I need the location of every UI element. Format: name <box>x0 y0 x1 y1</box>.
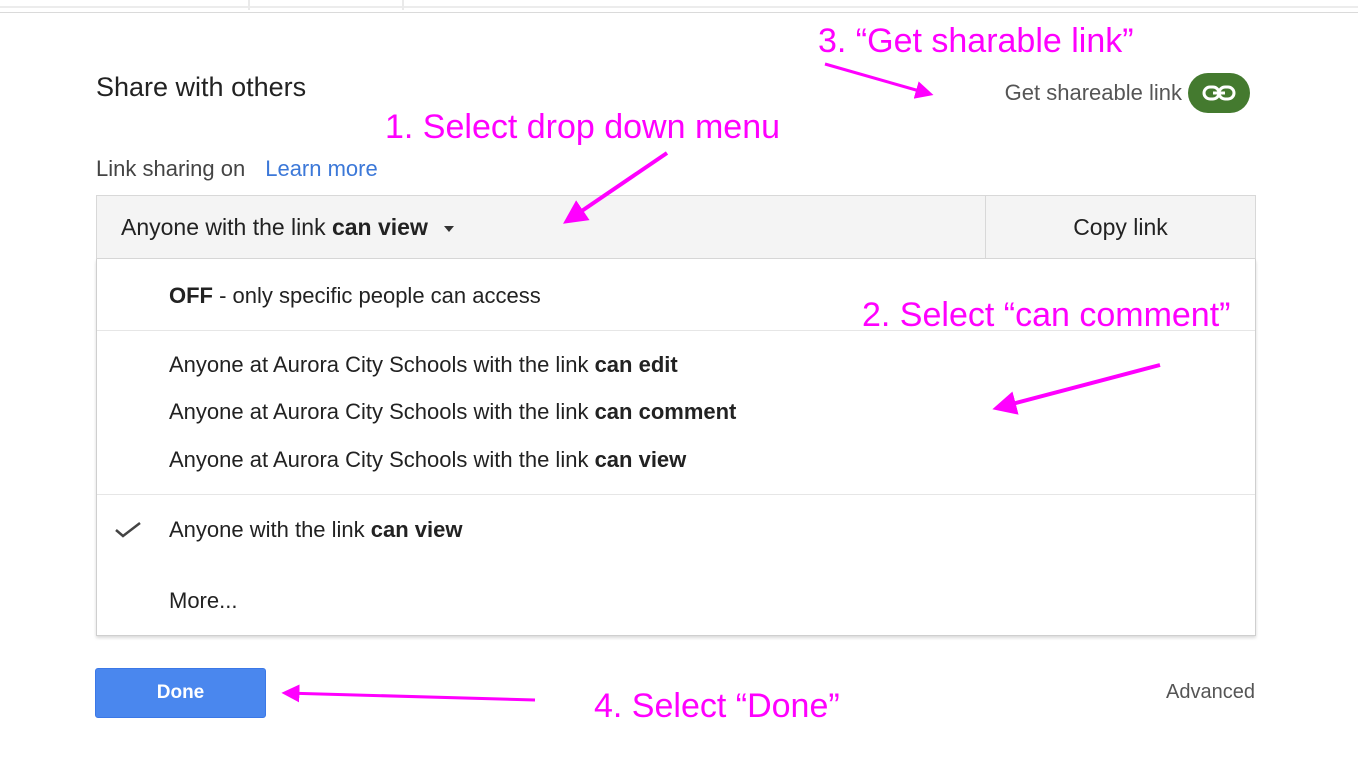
done-button[interactable]: Done <box>95 668 266 718</box>
sharing-level-dropdown[interactable]: Anyone with the link can view <box>97 196 985 258</box>
top-border <box>0 6 1358 8</box>
link-icon[interactable] <box>1188 73 1250 113</box>
dropdown-selected-value[interactable]: Anyone with the link can view <box>121 214 428 241</box>
menu-item-label[interactable]: Anyone at Aurora City Schools with the l… <box>169 352 678 378</box>
menu-separator <box>97 494 1255 495</box>
advanced-link[interactable]: Advanced <box>1166 681 1255 704</box>
dialog-title: Share with others <box>96 72 307 102</box>
link-sharing-controls: Anyone with the link can view Copy link <box>96 195 1256 259</box>
menu-item-label[interactable]: OFF - only specific people can access <box>169 283 541 309</box>
annotation-step4: 4. Select “Done” <box>594 687 840 725</box>
top-divider-tick <box>402 0 404 10</box>
menu-item-more[interactable]: More... <box>97 581 1255 621</box>
link-sharing-status: Link sharing on Learn more <box>96 156 378 182</box>
menu-item-domain-can-comment[interactable]: Anyone at Aurora City Schools with the l… <box>97 392 1255 432</box>
get-shareable-link[interactable]: Get shareable link <box>1005 73 1250 113</box>
top-border-inner <box>0 12 1358 13</box>
menu-item-anyone-can-view[interactable]: Anyone with the link can view <box>97 510 1255 550</box>
arrow-step3 <box>824 62 934 99</box>
top-divider-tick <box>248 0 250 10</box>
annotation-step1: 1. Select drop down menu <box>385 108 781 146</box>
copy-link-button[interactable]: Copy link <box>986 196 1255 258</box>
arrow-step4 <box>281 684 536 703</box>
annotation-step3: 3. “Get sharable link” <box>818 22 1134 60</box>
checkmark-icon <box>115 522 141 538</box>
menu-item-domain-can-edit[interactable]: Anyone at Aurora City Schools with the l… <box>97 345 1255 385</box>
menu-item-domain-can-view[interactable]: Anyone at Aurora City Schools with the l… <box>97 440 1255 480</box>
get-shareable-link-label[interactable]: Get shareable link <box>1005 80 1182 106</box>
learn-more-link[interactable]: Learn more <box>265 156 378 181</box>
share-dialog-screenshot: Share with others Get shareable link Lin… <box>0 0 1358 763</box>
link-sharing-status-text: Link sharing on <box>96 156 246 181</box>
menu-item-label[interactable]: More... <box>169 588 237 614</box>
annotation-step2: 2. Select “can comment” <box>862 296 1231 334</box>
dropdown-caret-icon[interactable] <box>443 226 454 232</box>
menu-item-label[interactable]: Anyone at Aurora City Schools with the l… <box>169 447 686 473</box>
menu-item-label[interactable]: Anyone with the link can view <box>169 517 463 543</box>
menu-item-label[interactable]: Anyone at Aurora City Schools with the l… <box>169 399 736 425</box>
